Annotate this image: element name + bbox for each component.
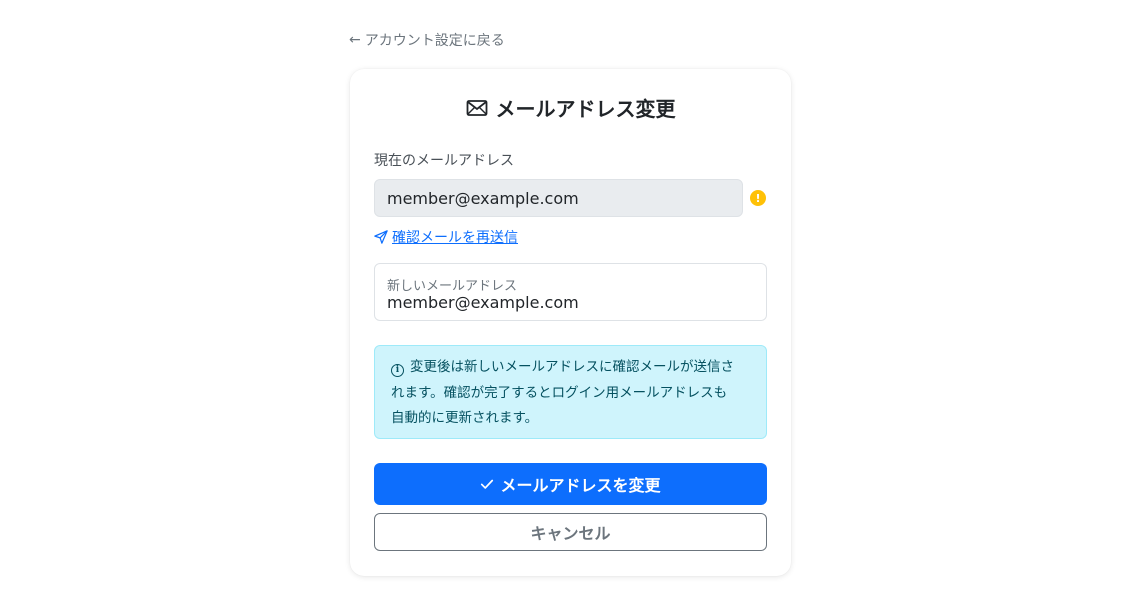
change-email-button[interactable]: メールアドレスを変更 (374, 463, 767, 505)
resend-confirmation-link[interactable]: 確認メールを再送信 (374, 227, 518, 247)
cancel-button[interactable]: キャンセル (374, 513, 767, 551)
info-line-1: 変更後は新しいメールアドレスに確認メールが送信さ (410, 359, 734, 375)
page-title: メールアドレス変更 (350, 93, 791, 122)
resend-label: 確認メールを再送信 (392, 230, 518, 246)
current-email-label: 現在のメールアドレス (374, 153, 514, 169)
check-icon (481, 479, 494, 489)
new-email-input[interactable] (387, 290, 752, 314)
current-email-field (374, 179, 743, 217)
info-line-2: れます。確認が完了するとログイン用メールアドレスも (391, 384, 728, 401)
info-alert: i 変更後は新しいメールアドレスに確認メールが送信さ れます。確認が完了するとログ… (374, 345, 767, 439)
back-to-account-settings-link[interactable]: ← アカウント設定に戻る (349, 30, 505, 50)
envelope-icon (466, 99, 487, 116)
arrow-left-icon: ← (349, 32, 361, 48)
exclamation-circle-icon: ! (750, 190, 766, 206)
send-icon (374, 230, 388, 244)
email-change-card: メールアドレス変更 現在のメールアドレス ! 確認メールを再送信 新しいメールア… (350, 69, 791, 576)
change-email-button-label: メールアドレスを変更 (500, 476, 661, 495)
new-email-field-container: 新しいメールアドレス (374, 263, 767, 321)
back-link-label: アカウント設定に戻る (364, 33, 505, 49)
page-title-text: メールアドレス変更 (495, 97, 676, 121)
info-circle-icon: i (391, 364, 404, 378)
info-line-3: 自動的に更新されます。 (391, 410, 539, 426)
